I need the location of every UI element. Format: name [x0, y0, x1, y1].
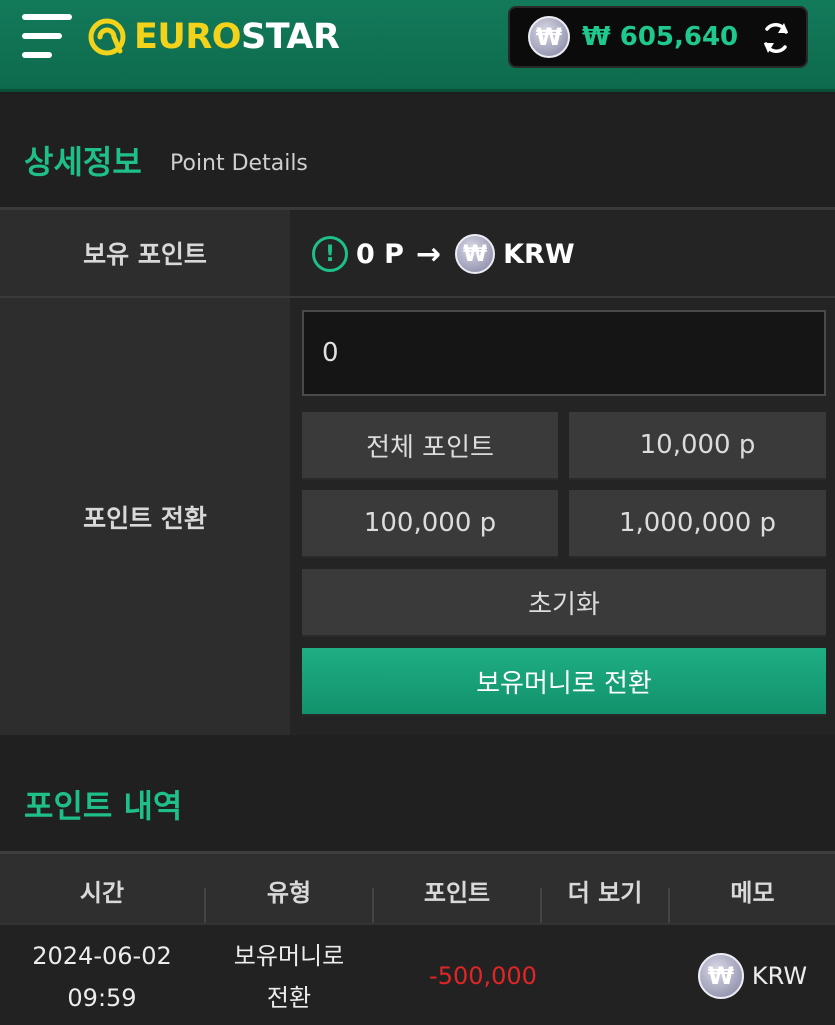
- row-type-line1: 보유머니로: [233, 942, 345, 970]
- balance-amount: ₩ 605,640: [582, 22, 739, 52]
- all-points-button[interactable]: 전체 포인트: [302, 412, 558, 480]
- eurostar-logo[interactable]: EUROSTAR: [86, 14, 340, 60]
- points-amount-input[interactable]: [302, 310, 826, 396]
- table-row: 2024-06-02 09:59 보유머니로 전환 -500,000 ₩ KRW: [0, 923, 835, 1025]
- point-details-table: 보유 포인트 ! 0 P → ₩ KRW 포인트 전환 전체 포인트 10,00…: [0, 207, 835, 736]
- row-date: 2024-06-02: [32, 942, 172, 970]
- top-header: EUROSTAR ₩ ₩ 605,640: [0, 0, 835, 92]
- memo-currency: KRW: [751, 962, 808, 990]
- history-title: 포인트 내역: [24, 787, 183, 825]
- held-points-label: 보유 포인트: [0, 210, 290, 296]
- won-coin-icon: ₩: [528, 16, 570, 58]
- convert-to-money-button[interactable]: 보유머니로 전환: [302, 648, 826, 716]
- menu-icon[interactable]: [22, 14, 72, 60]
- column-header-points: 포인트: [423, 878, 491, 907]
- balance-display: ₩ ₩ 605,640: [508, 6, 808, 68]
- add-10000-button[interactable]: 10,000 p: [569, 412, 826, 480]
- held-points-line: ! 0 P → ₩ KRW: [312, 234, 575, 274]
- add-1000000-button[interactable]: 1,000,000 p: [569, 490, 826, 558]
- held-points-value-cell: ! 0 P → ₩ KRW: [290, 210, 835, 296]
- history-table-header: 시간 유형 포인트 더 보기 메모: [0, 851, 835, 924]
- column-header-time: 시간: [79, 878, 125, 907]
- add-100000-button[interactable]: 100,000 p: [302, 490, 558, 558]
- won-coin-icon: ₩: [697, 953, 744, 999]
- details-section-header: 상세정보 Point Details: [0, 95, 835, 207]
- memo-cell: ₩ KRW: [670, 953, 835, 999]
- column-header-memo: 메모: [730, 878, 775, 907]
- won-coin-icon: ₩: [455, 234, 496, 274]
- currency-label: KRW: [503, 238, 575, 270]
- row-time: 09:59: [67, 984, 137, 1012]
- refresh-icon[interactable]: [758, 20, 794, 56]
- details-subtitle: Point Details: [170, 151, 308, 176]
- reset-button[interactable]: 초기화: [302, 569, 826, 637]
- time-cell: 2024-06-02 09:59: [0, 935, 204, 1019]
- column-header-type: 유형: [266, 878, 312, 907]
- type-cell: 보유머니로 전환: [206, 935, 372, 1019]
- column-header-more: 더 보기: [567, 878, 643, 907]
- points-value: 0 P: [356, 238, 404, 270]
- row-type-line2: 전환: [266, 984, 312, 1012]
- points-cell: -500,000: [429, 962, 537, 990]
- logo-mark-icon: [88, 18, 126, 56]
- history-section-header: 포인트 내역: [0, 735, 835, 851]
- details-title: 상세정보: [24, 143, 142, 181]
- logo-text: EUROSTAR: [134, 17, 340, 57]
- arrow-right-icon: →: [415, 236, 442, 272]
- convert-points-cell: 전체 포인트 10,000 p 100,000 p 1,000,000 p 초기…: [290, 298, 835, 736]
- alert-icon: !: [312, 236, 348, 272]
- convert-points-label: 포인트 전환: [0, 298, 290, 736]
